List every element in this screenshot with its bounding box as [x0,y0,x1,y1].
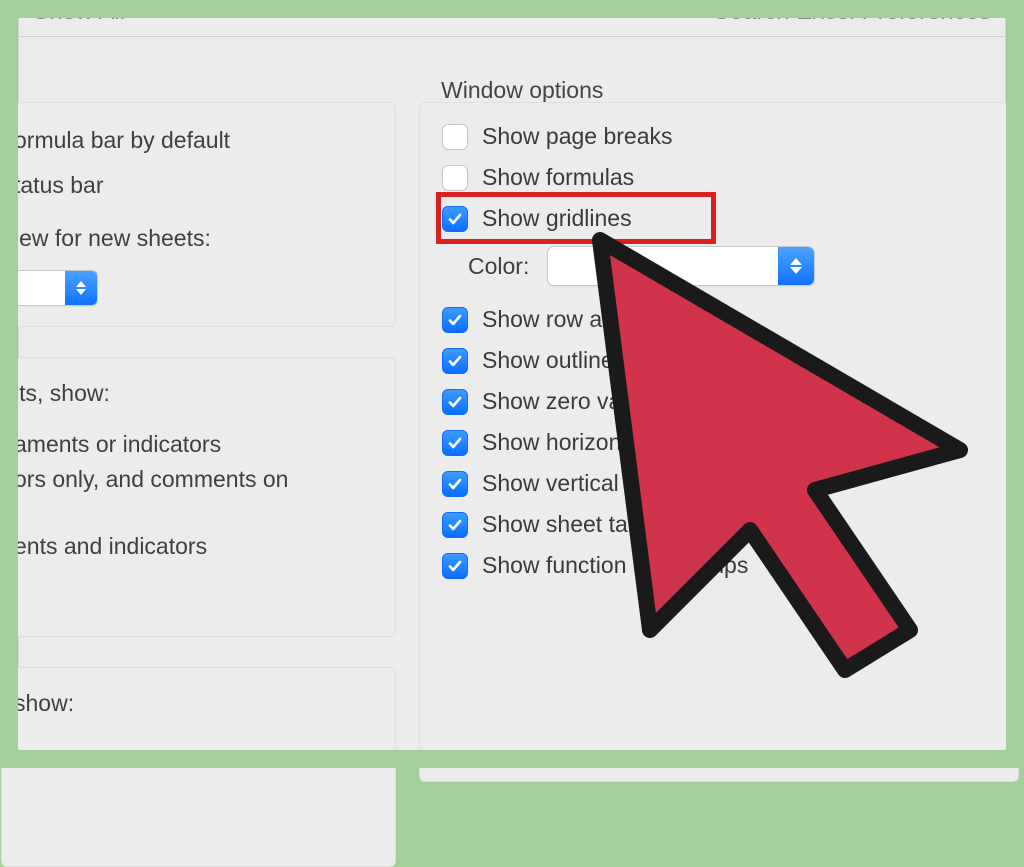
search-preferences-field[interactable]: Search Excel Preferences [714,0,991,26]
opt-ors-only[interactable]: ors only, and comments on [14,466,383,493]
window-options-title: Window options [441,77,603,104]
option-sheet_tabs[interactable]: Show sheet tabs [442,511,1006,538]
status-bar-option[interactable]: tatus bar [14,172,383,199]
select-arrows-icon [778,247,814,285]
checkbox-gridlines[interactable] [442,206,468,232]
show-all-button[interactable]: Show All [33,0,125,26]
view-new-sheets-label: iew for new sheets: [14,225,383,252]
option-label-zero_values: Show zero values [482,388,664,415]
option-label-outline_sy: Show outline sy [482,347,643,374]
select-arrows-icon [65,271,97,305]
gridline-color-label: Color: [468,253,529,280]
view-new-sheets-value [15,271,65,305]
option-gridlines[interactable]: Show gridlines [442,205,1006,232]
window-options-panel: Show page breaks Show formulas Show gridli… [419,102,1019,782]
checkbox-screentips[interactable] [442,553,468,579]
checkbox-sheet_tabs[interactable] [442,512,468,538]
checkbox-zero_values[interactable] [442,389,468,415]
its-show-label: its, show: [14,380,383,407]
option-screentips[interactable]: Show function ScreenTips [442,552,1006,579]
option-formulas[interactable]: Show formulas [442,164,1006,191]
option-row_and[interactable]: Show row an [442,306,1006,333]
option-outline_sy[interactable]: Show outline sy [442,347,1006,374]
option-label-gridlines: Show gridlines [482,205,632,232]
prefs-content: ormula bar by default tatus bar iew for … [19,37,1005,759]
option-zero_values[interactable]: Show zero values [442,388,1006,415]
left-panel-2: its, show: aments or indicators ors only… [1,357,396,637]
formula-bar-option[interactable]: ormula bar by default [14,127,383,154]
gridline-color-select[interactable] [547,246,815,286]
checkbox-page_breaks[interactable] [442,124,468,150]
option-label-screentips: Show function ScreenTips [482,552,748,579]
option-label-sheet_tabs: Show sheet tabs [482,511,652,538]
preferences-window: Show All Search Excel Preferences ormula… [18,0,1006,760]
prefs-toolbar: Show All Search Excel Preferences [19,0,1005,37]
gridline-color-row: Color: [468,246,1006,286]
option-horiz_scroll[interactable]: Show horizontal sc [442,429,1006,456]
option-label-formulas: Show formulas [482,164,634,191]
checkbox-row_and[interactable] [442,307,468,333]
checkbox-outline_sy[interactable] [442,348,468,374]
gridline-color-value [548,247,778,285]
left-panel-1: ormula bar by default tatus bar iew for … [1,102,396,327]
view-new-sheets-select[interactable] [14,270,98,306]
opt-ents-and-indicators[interactable]: ents and indicators [14,533,383,560]
checkbox-formulas[interactable] [442,165,468,191]
checkbox-horiz_scroll[interactable] [442,430,468,456]
option-vert_scroll[interactable]: Show vertical scroll [442,470,1006,497]
checkbox-vert_scroll[interactable] [442,471,468,497]
show-label: show: [14,690,383,717]
option-page_breaks[interactable]: Show page breaks [442,123,1006,150]
left-panel-3: show: [1,667,396,867]
option-label-horiz_scroll: Show horizontal sc [482,429,675,456]
option-label-vert_scroll: Show vertical scroll [482,470,679,497]
option-label-page_breaks: Show page breaks [482,123,673,150]
opt-aments-or-indicators[interactable]: aments or indicators [14,431,383,458]
option-label-row_and: Show row an [482,306,615,333]
